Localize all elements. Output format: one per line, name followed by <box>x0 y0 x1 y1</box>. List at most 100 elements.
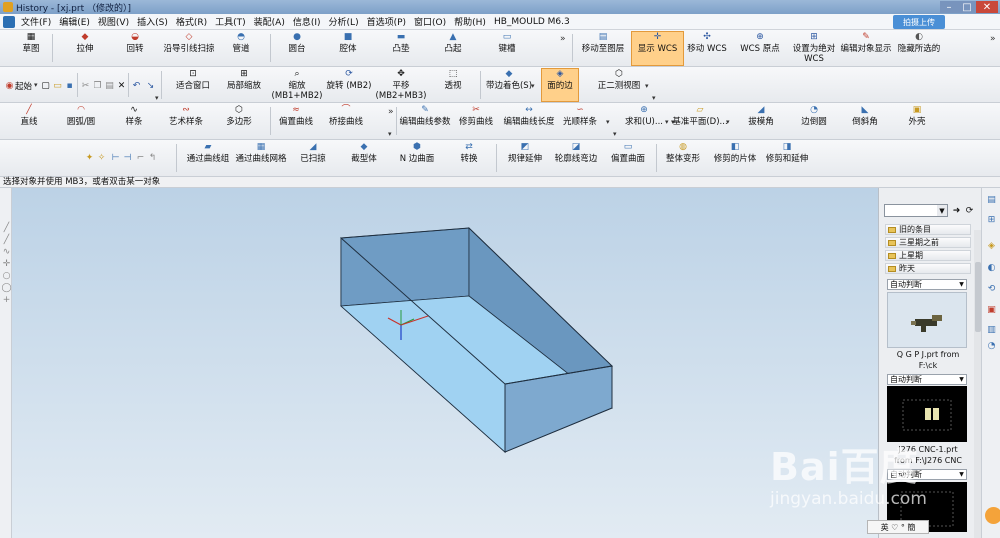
boolean-dropdown-icon[interactable]: ▾ <box>665 118 669 126</box>
snap-mode-icon[interactable]: ✧ <box>96 152 107 163</box>
section-body-button[interactable]: ◆ 截型体 <box>348 142 380 174</box>
history-entry-2-caption[interactable]: J276 CNC-1.prt from F:\J276 CNC <box>883 444 973 466</box>
move-to-layer-button[interactable]: ▤ 移动至图层 <box>578 32 628 64</box>
folder-yesterday[interactable]: 昨天 <box>885 263 971 274</box>
emboss-button[interactable]: ▲ 凸起 <box>438 32 468 64</box>
sweep-along-guide-button[interactable]: ◇ 沿导引线扫掠 <box>162 32 216 64</box>
offset-surface-button[interactable]: ▭ 偏置曲面 <box>610 142 646 174</box>
circle-icon[interactable]: ○ <box>1 270 12 281</box>
menu-view[interactable]: 视图(V) <box>94 15 133 28</box>
chevron-down-icon[interactable]: ▼ <box>937 205 947 216</box>
snap-point-icon[interactable]: ✦ <box>84 152 95 163</box>
box-back-face[interactable] <box>340 227 470 307</box>
line-icon[interactable]: ╱ <box>1 222 12 233</box>
ime-toolbar[interactable]: 英 ♡ ° 簡 <box>867 520 929 534</box>
toolbar-overflow-icon[interactable]: » <box>388 107 394 117</box>
offset-curve-button[interactable]: ≈ 偏置曲线 <box>276 105 316 137</box>
edit-curve-parameters-button[interactable]: ✎ 编辑曲线参数 <box>400 105 451 137</box>
menu-tools[interactable]: 工具(T) <box>211 15 250 28</box>
datum-plane-button[interactable]: ▱ 基准平面(D)... <box>672 105 727 137</box>
open-file-icon[interactable]: ▭ <box>52 80 63 91</box>
spline-button[interactable]: ∿ 样条 <box>119 105 149 137</box>
history-entry-2-thumbnail[interactable] <box>887 386 967 442</box>
n-sided-surface-button[interactable]: ⬢ N 边曲面 <box>398 142 436 174</box>
trimetric-view-button[interactable]: ⬡ 正二测视图 <box>596 69 642 101</box>
unite-button[interactable]: ⊕ 求和(U)... <box>624 105 664 137</box>
bridge-curve-button[interactable]: ⌒ 桥接曲线 <box>326 105 366 137</box>
circle-icon[interactable]: ◯ <box>1 282 12 293</box>
extrude-button[interactable]: ◆ 拉伸 <box>70 32 100 64</box>
start-menu-button[interactable]: 起始 <box>15 80 32 92</box>
datum-plane-dropdown-icon[interactable]: ▾ <box>726 118 730 126</box>
point-icon[interactable]: ✛ <box>1 258 12 269</box>
selection-scope-icon[interactable]: ⊢ <box>110 152 121 163</box>
shaded-with-edges-button[interactable]: ◆ 带边着色(S) <box>486 69 532 101</box>
rotate-button[interactable]: ⟳ 旋转 (MB2) <box>326 69 372 101</box>
history-entry-2-mode-select[interactable]: 自动判断 ▼ <box>887 374 967 385</box>
reuse-library-icon[interactable]: ◈ <box>986 240 997 251</box>
edit-curve-length-button[interactable]: ↔ 编辑曲线长度 <box>504 105 555 137</box>
chevron-down-icon[interactable]: ▼ <box>957 470 966 479</box>
plus-icon[interactable]: + <box>1 294 12 305</box>
line-button[interactable]: ╱ 直线 <box>14 105 44 137</box>
nx-logo-icon[interactable] <box>3 15 15 28</box>
part-navigator-icon[interactable]: ⊞ <box>986 214 997 225</box>
notification-circle-icon[interactable] <box>985 507 1000 524</box>
revolve-button[interactable]: ◒ 回转 <box>120 32 150 64</box>
pad-button[interactable]: ▬ 凸垫 <box>386 32 416 64</box>
menu-format[interactable]: 格式(R) <box>172 15 211 28</box>
trimmed-sheet-button[interactable]: ◧ 修剪的片体 <box>714 142 757 174</box>
history-entry-1-mode-select[interactable]: 自动判断 ▼ <box>887 279 967 290</box>
chevron-down-icon[interactable]: ▼ <box>957 280 966 289</box>
chamfer-button[interactable]: ◣ 倒斜角 <box>850 105 880 137</box>
line-icon[interactable]: ╱ <box>1 234 12 245</box>
view-dropdown-icon[interactable]: ▾ <box>645 82 649 90</box>
curve-icon[interactable]: ∿ <box>1 246 12 257</box>
zoom-region-button[interactable]: ⊞ 局部缩放 <box>226 69 262 101</box>
selection-tool-icon[interactable]: ↰ <box>147 152 158 163</box>
swept-button[interactable]: ◢ 已扫掠 <box>298 142 328 174</box>
menu-assembly[interactable]: 装配(A) <box>250 15 289 28</box>
toolbar-options-icon[interactable]: ▾ <box>155 94 159 102</box>
roles-icon[interactable]: ◔ <box>986 340 997 351</box>
process-studio-icon[interactable]: ▥ <box>986 324 997 335</box>
cut-icon[interactable]: ✂ <box>80 80 91 91</box>
perspective-button[interactable]: ⬚ 透视 <box>438 69 468 101</box>
display-wcs-button[interactable]: ✛ 显示 WCS <box>631 31 684 66</box>
undo-icon[interactable]: ↶ <box>131 80 142 91</box>
toolbar-options-icon[interactable]: ▾ <box>613 130 617 138</box>
refresh-icon[interactable]: ⟳ <box>964 205 975 216</box>
polygon-button[interactable]: ⬡ 多边形 <box>222 105 256 137</box>
contour-flange-button[interactable]: ◪ 轮廓线弯边 <box>554 142 598 174</box>
pocket-button[interactable]: ■ 腔体 <box>333 32 363 64</box>
fit-window-button[interactable]: ⊡ 适合窗口 <box>176 69 210 101</box>
menu-help[interactable]: 帮助(H) <box>450 15 490 28</box>
toolbar-overflow-icon[interactable]: » <box>560 34 566 44</box>
sketch-button[interactable]: ▦ 草图 <box>16 32 46 64</box>
edit-object-display-button[interactable]: ✎ 编辑对象显示 <box>840 32 892 64</box>
selection-mode-icon[interactable]: ⊣ <box>122 152 133 163</box>
toolbar-options-icon[interactable]: ▾ <box>652 94 656 102</box>
boss-button[interactable]: ● 圆台 <box>282 32 312 64</box>
face-edges-button[interactable]: ◈ 面的边 <box>541 68 579 102</box>
set-absolute-wcs-button[interactable]: ⊞ 设置为绝对 WCS <box>790 32 838 64</box>
draft-button[interactable]: ◢ 拔模角 <box>746 105 776 137</box>
delete-icon[interactable]: ✕ <box>116 80 127 91</box>
selection-intent-icon[interactable]: ⌐ <box>135 152 146 163</box>
maximize-button[interactable]: □ <box>958 1 976 13</box>
paste-icon[interactable]: ▤ <box>104 80 115 91</box>
go-icon[interactable]: ➜ <box>951 205 962 216</box>
history-address-field[interactable]: ▼ <box>884 204 948 217</box>
start-dropdown-icon[interactable]: ▾ <box>34 81 38 89</box>
graphics-viewport[interactable] <box>12 188 878 538</box>
trim-curve-button[interactable]: ✂ 修剪曲线 <box>458 105 494 137</box>
select-filter-icon[interactable]: ↘ <box>145 80 156 91</box>
web-browser-icon[interactable]: ◐ <box>986 262 997 273</box>
convert-button[interactable]: ⇄ 转换 <box>456 142 482 174</box>
zoom-button[interactable]: ⌕ 缩放 (MB1+MB2) <box>272 69 323 101</box>
cloud-upload-button[interactable]: 拍摄上传 <box>893 15 945 29</box>
menu-window[interactable]: 窗口(O) <box>410 15 450 28</box>
shell-button[interactable]: ▣ 外壳 <box>902 105 932 137</box>
history-icon[interactable]: ⟲ <box>986 283 997 294</box>
history-entry-1-thumbnail[interactable] <box>887 292 967 348</box>
